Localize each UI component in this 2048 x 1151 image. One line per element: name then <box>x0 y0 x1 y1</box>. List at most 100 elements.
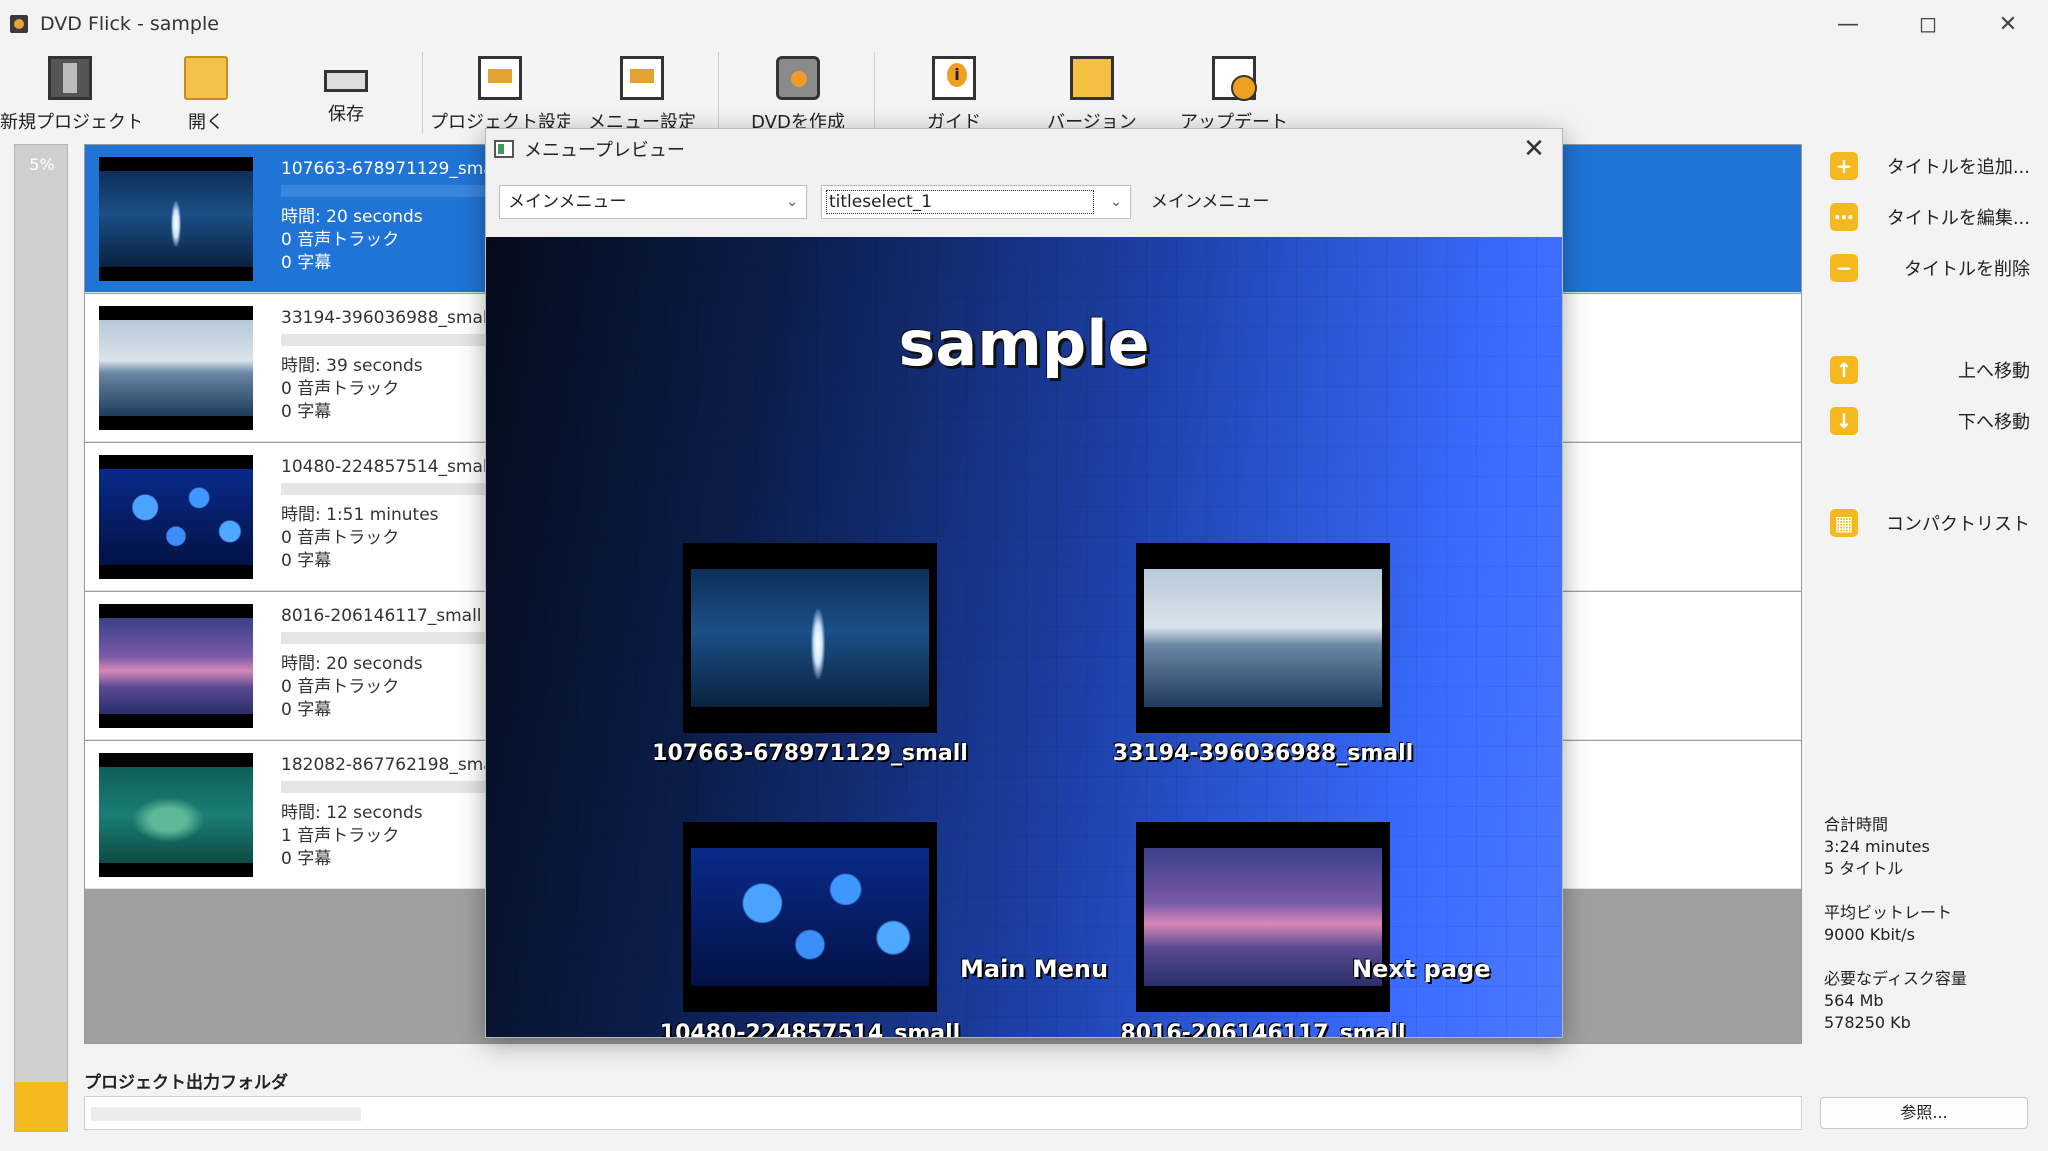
edit-title-label: タイトルを編集... <box>1886 208 2030 229</box>
menu-title-thumbnail[interactable] <box>1136 822 1390 1012</box>
move-down-button[interactable]: ↓ 下へ移動 <box>1830 403 2030 439</box>
disk-usage-bar: 5% <box>14 144 68 1132</box>
title-audio-tracks: 0 音声トラック <box>281 230 400 250</box>
compact-list-label: コンパクトリスト <box>1886 514 2030 535</box>
minus-icon: − <box>1830 254 1858 282</box>
browse-button[interactable]: 参照... <box>1820 1097 2028 1129</box>
close-button[interactable]: ✕ <box>1968 0 2048 48</box>
save-button[interactable]: 保存 <box>276 56 416 136</box>
disk-space-label: 必要なディスク容量 <box>1824 969 1967 988</box>
dialog-title: メニュープレビュー <box>524 140 685 161</box>
title-name: 107663-678971129_small <box>281 159 504 179</box>
menu-title-thumbnail[interactable] <box>1136 543 1390 733</box>
title-bar: DVD Flick - sample — ◻ ✕ <box>0 0 2048 48</box>
title-thumbnail <box>99 306 253 430</box>
title-thumbnail <box>99 157 253 281</box>
ellipsis-icon: ⋯ <box>1830 203 1858 231</box>
disk-space-kb: 578250 Kb <box>1824 1013 1911 1032</box>
move-up-button[interactable]: ↑ 上へ移動 <box>1830 352 2030 388</box>
project-settings-button[interactable]: プロジェクト設定 <box>430 56 570 136</box>
folder-icon <box>184 56 228 100</box>
open-button[interactable]: 開く <box>136 56 276 136</box>
main-toolbar: 新規プロジェクト 開く 保存 プロジェクト設定 メニュー設定 DVDを作成 ガイ… <box>0 52 2048 134</box>
menu-title-caption[interactable]: 33194-396036988_small <box>1098 741 1428 766</box>
guide-button[interactable]: ガイド <box>884 56 1024 136</box>
title-duration: 時間: 39 seconds <box>281 356 423 376</box>
bitrate-stats: 平均ビットレート 9000 Kbit/s <box>1824 902 1952 946</box>
title-duration: 時間: 20 seconds <box>281 207 423 227</box>
title-name: 182082-867762198_small <box>281 755 504 775</box>
menu-settings-icon <box>620 56 664 100</box>
window-title: DVD Flick - sample <box>40 13 219 35</box>
menu-title-caption[interactable]: 8016-206146117_small <box>1098 1021 1428 1037</box>
delete-title-label: タイトルを削除 <box>1904 259 2030 280</box>
menu-title-caption[interactable]: 10480-224857514_small <box>645 1021 975 1037</box>
toolbar-separator <box>874 52 875 134</box>
update-icon <box>1212 56 1257 101</box>
title-subtitles: 0 字幕 <box>281 551 332 571</box>
title-thumbnail <box>99 455 253 579</box>
move-down-label: 下へ移動 <box>1958 412 2030 433</box>
title-audio-tracks: 1 音声トラック <box>281 826 400 846</box>
menu-settings-button[interactable]: メニュー設定 <box>572 56 712 136</box>
new-project-label: 新規プロジェクト <box>0 112 140 133</box>
title-subtitles: 0 字幕 <box>281 402 332 422</box>
chevron-down-icon: ⌄ <box>786 194 798 210</box>
toolbar-separator <box>718 52 719 134</box>
edit-title-button[interactable]: ⋯ タイトルを編集... <box>1830 199 2030 235</box>
menu-preview-title: sample <box>898 307 1150 380</box>
title-duration: 時間: 20 seconds <box>281 654 423 674</box>
add-title-label: タイトルを追加... <box>1886 157 2030 178</box>
menu-title-caption[interactable]: 107663-678971129_small <box>645 741 975 766</box>
title-subtitles: 0 字幕 <box>281 253 332 273</box>
menu-title-thumbnail[interactable] <box>683 822 937 1012</box>
total-time-value: 3:24 minutes <box>1824 837 1930 856</box>
title-audio-tracks: 0 音声トラック <box>281 379 400 399</box>
maximize-icon: ◻ <box>1918 11 1938 37</box>
guide-icon <box>932 56 976 100</box>
output-folder-input[interactable] <box>84 1096 1802 1130</box>
disk-usage-fill <box>15 1081 67 1131</box>
dialog-close-button[interactable]: ✕ <box>1516 133 1552 165</box>
title-name: 33194-396036988_small <box>281 308 493 328</box>
project-settings-icon <box>478 56 522 100</box>
toolbar-separator <box>422 52 423 134</box>
version-button[interactable]: バージョン <box>1022 56 1162 136</box>
add-title-button[interactable]: + タイトルを追加... <box>1830 148 2030 184</box>
title-audio-tracks: 0 音声トラック <box>281 528 400 548</box>
update-button[interactable]: アップデート <box>1164 56 1304 136</box>
avg-bitrate-value: 9000 Kbit/s <box>1824 925 1915 944</box>
delete-title-button[interactable]: − タイトルを削除 <box>1830 250 2030 286</box>
menu-preview-canvas: sample 107663-678971129_small 33194-3960… <box>486 237 1562 1037</box>
title-count-value: 5 タイトル <box>1824 859 1904 878</box>
current-menu-label: メインメニュー <box>1151 192 1270 212</box>
compact-list-icon: ▦ <box>1830 509 1858 537</box>
output-folder-label: プロジェクト出力フォルダ <box>84 1073 288 1093</box>
disk-space-stats: 必要なディスク容量 564 Mb 578250 Kb <box>1824 968 1967 1034</box>
dvd-flick-app-icon <box>8 13 30 35</box>
avg-bitrate-label: 平均ビットレート <box>1824 903 1953 922</box>
create-dvd-button[interactable]: DVDを作成 <box>728 56 868 136</box>
title-name: 10480-224857514_small <box>281 457 493 477</box>
main-menu-link[interactable]: Main Menu <box>960 955 1108 983</box>
title-duration: 時間: 1:51 minutes <box>281 505 439 525</box>
disk-usage-percent: 5% <box>29 155 55 174</box>
next-page-link[interactable]: Next page <box>1352 955 1491 983</box>
arrow-down-icon: ↓ <box>1830 407 1858 435</box>
title-subtitles: 0 字幕 <box>281 849 332 869</box>
minimize-button[interactable]: — <box>1808 0 1888 48</box>
arrow-up-icon: ↑ <box>1830 356 1858 384</box>
maximize-button[interactable]: ◻ <box>1888 0 1968 48</box>
menu-preview-dialog: メニュープレビュー ✕ メインメニュー ⌄ titleselect_1 ⌄ メイ… <box>485 128 1563 1038</box>
title-audio-tracks: 0 音声トラック <box>281 677 400 697</box>
compact-list-button[interactable]: ▦ コンパクトリスト <box>1830 505 2030 541</box>
create-dvd-icon <box>776 56 820 100</box>
total-time-label: 合計時間 <box>1824 815 1889 834</box>
item-select-dropdown[interactable]: titleselect_1 ⌄ <box>821 185 1131 219</box>
new-project-button[interactable]: 新規プロジェクト <box>0 56 140 136</box>
plus-icon: + <box>1830 152 1858 180</box>
total-time-stats: 合計時間 3:24 minutes 5 タイトル <box>1824 814 1930 880</box>
menu-title-thumbnail[interactable] <box>683 543 937 733</box>
menu-select-dropdown[interactable]: メインメニュー ⌄ <box>499 185 807 219</box>
window-icon <box>494 140 514 158</box>
